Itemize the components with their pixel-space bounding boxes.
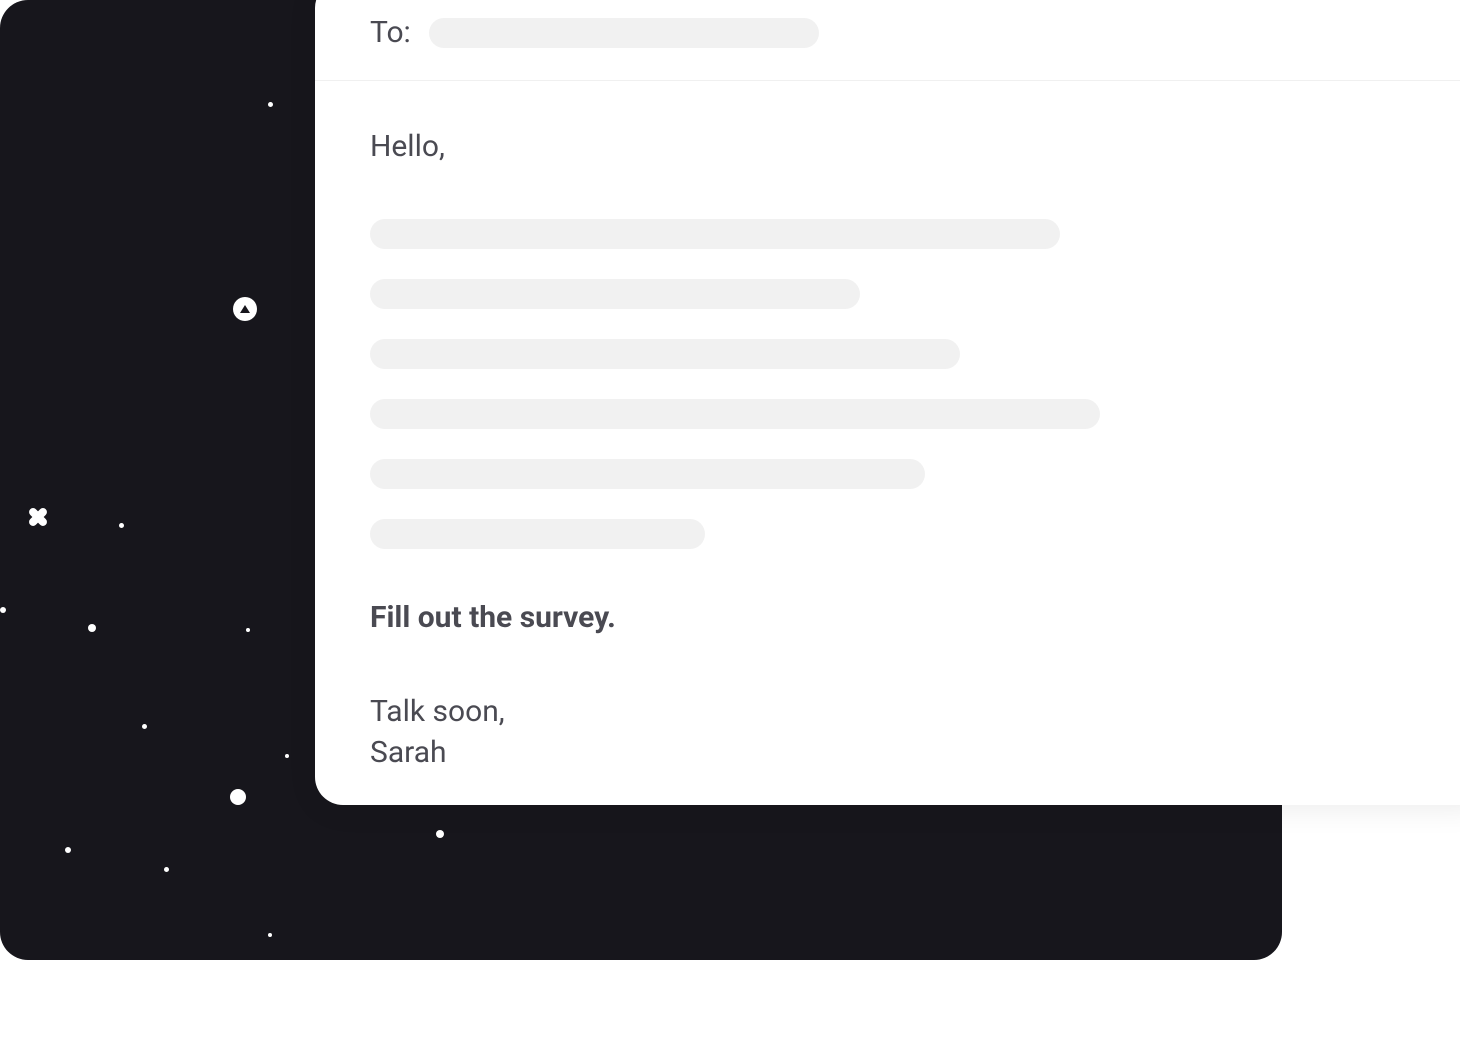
triangle-decoration-icon	[233, 297, 257, 321]
survey-link[interactable]: Fill out the survey.	[370, 600, 616, 635]
email-greeting: Hello,	[370, 129, 1435, 164]
email-compose-card: To: Hello, Fill out the survey. Talk soo…	[315, 0, 1460, 805]
email-header: To:	[315, 0, 1460, 81]
body-placeholder-line	[370, 339, 960, 369]
star-decoration	[436, 830, 444, 838]
signoff-text: Talk soon,	[370, 692, 1435, 733]
star-decoration	[119, 523, 124, 528]
email-body: Hello, Fill out the survey. Talk soon, S…	[315, 81, 1460, 805]
email-body-placeholder-lines	[370, 219, 1435, 549]
body-placeholder-line	[370, 519, 705, 549]
to-input-placeholder[interactable]	[429, 18, 819, 48]
star-decoration	[246, 628, 250, 632]
star-decoration	[268, 102, 273, 107]
star-decoration	[65, 847, 71, 853]
body-placeholder-line	[370, 219, 1060, 249]
star-decoration	[0, 607, 6, 613]
body-placeholder-line	[370, 279, 860, 309]
star-decoration	[230, 789, 246, 805]
email-signoff: Talk soon, Sarah	[370, 692, 1435, 773]
star-decoration	[268, 933, 272, 937]
star-decoration	[88, 624, 96, 632]
to-label: To:	[370, 15, 411, 50]
star-decoration	[142, 724, 147, 729]
cross-decoration-icon	[27, 506, 49, 528]
body-placeholder-line	[370, 399, 1100, 429]
star-decoration	[164, 867, 169, 872]
sender-name: Sarah	[370, 733, 1435, 774]
star-decoration	[285, 754, 289, 758]
survey-link-container: Fill out the survey.	[370, 601, 1435, 634]
body-placeholder-line	[370, 459, 925, 489]
